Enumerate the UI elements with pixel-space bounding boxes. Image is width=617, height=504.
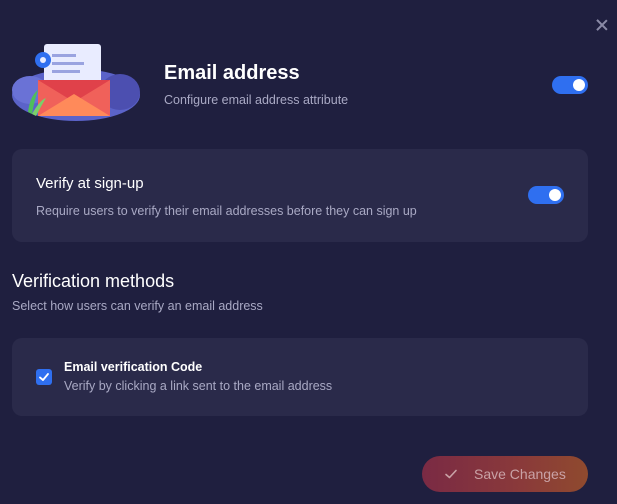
- verification-method-card: Email verification Code Verify by clicki…: [12, 338, 588, 416]
- page-subtitle: Configure email address attribute: [164, 93, 349, 107]
- save-changes-button[interactable]: Save Changes: [422, 456, 588, 492]
- email-code-description: Verify by clicking a link sent to the em…: [64, 379, 333, 393]
- page-title: Email address: [164, 62, 300, 84]
- email-code-checkbox[interactable]: [36, 369, 52, 385]
- toggle-knob: [573, 79, 585, 91]
- save-changes-label: Save Changes: [474, 466, 566, 482]
- section-title: Verification methods: [12, 271, 175, 291]
- verify-signup-title: Verify at sign-up: [36, 175, 144, 192]
- email-address-toggle[interactable]: [552, 76, 588, 94]
- check-icon: [39, 373, 49, 381]
- verify-signup-card: Verify at sign-up Require users to verif…: [12, 149, 588, 242]
- check-icon: [445, 469, 457, 479]
- email-illustration: [10, 40, 142, 126]
- close-icon[interactable]: [595, 18, 609, 32]
- verify-signup-description: Require users to verify their email addr…: [36, 204, 417, 218]
- verify-signup-toggle[interactable]: [528, 186, 564, 204]
- email-code-title: Email verification Code: [64, 360, 203, 374]
- toggle-knob: [549, 189, 561, 201]
- section-subtitle: Select how users can verify an email add…: [12, 299, 263, 313]
